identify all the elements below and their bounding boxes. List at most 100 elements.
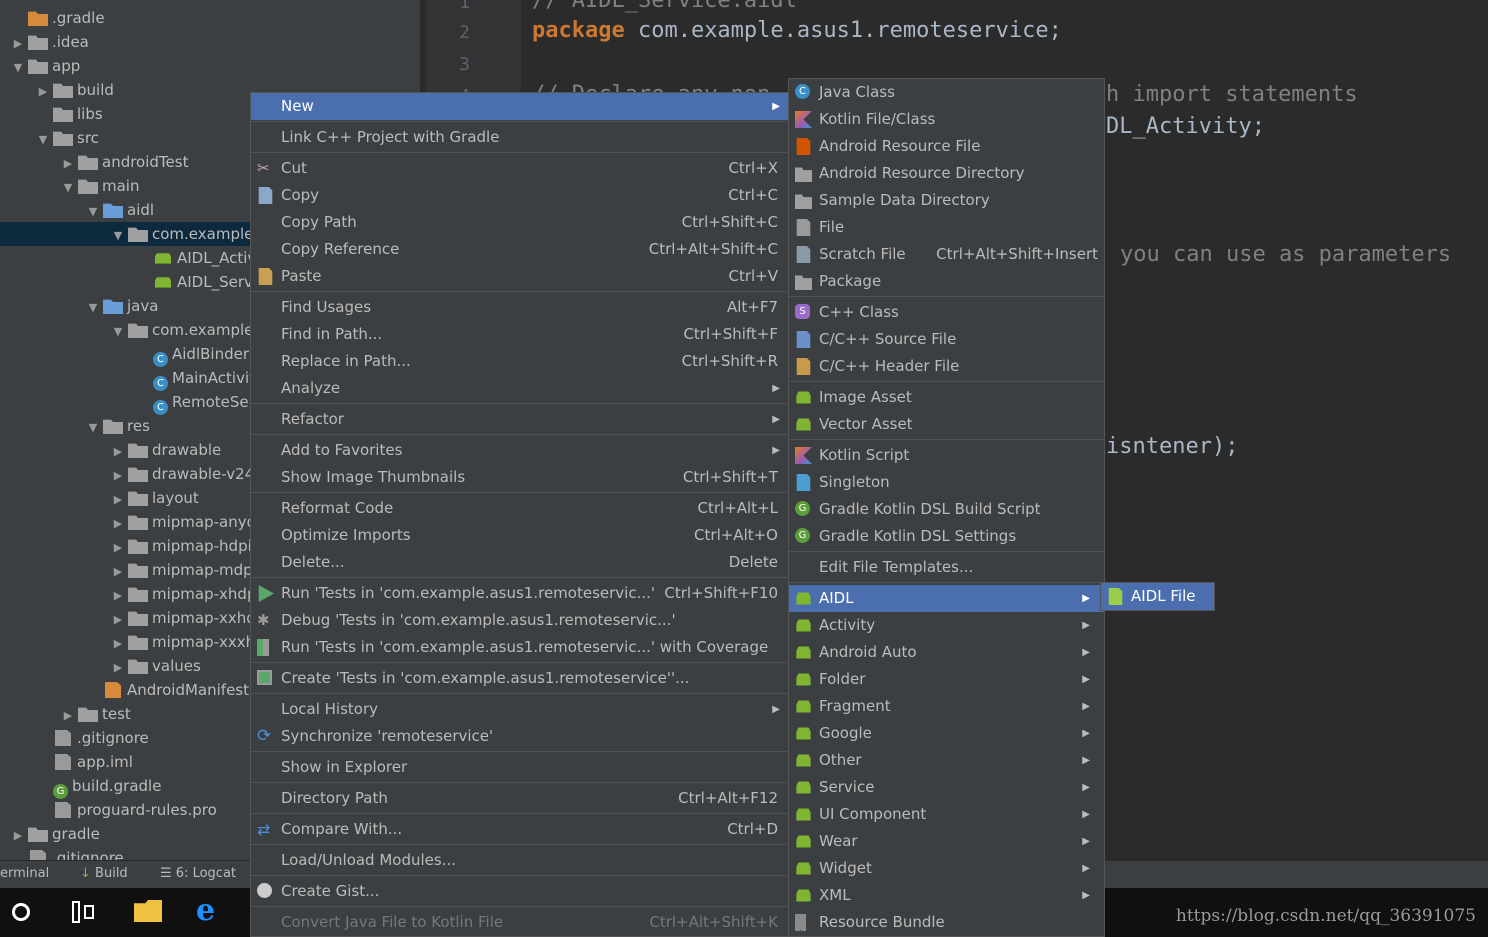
expand-arrow-icon[interactable]: ▼ [83,296,103,320]
tree-node[interactable]: ▶ gradle [8,822,100,846]
terminal-tab[interactable]: erminal [0,866,49,881]
tree-node[interactable]: ▶ values [108,654,201,678]
collapse-arrow-icon[interactable]: ▶ [108,608,128,632]
tree-node[interactable]: ▼ java [83,294,159,320]
menu-item-local-history[interactable]: Local History ▶ [251,696,788,723]
collapse-arrow-icon[interactable]: ▶ [108,488,128,512]
tree-node[interactable]: C RemoteServ [133,390,264,415]
tree-node[interactable]: ▶ mipmap-xxhdp [108,606,266,632]
tree-node[interactable]: .gitignore [8,846,124,860]
menu-item-resource-bundle[interactable]: Resource Bundle [789,909,1104,936]
collapse-arrow-icon[interactable]: ▶ [58,152,78,176]
menu-item-edit-file-templates[interactable]: Edit File Templates... [789,554,1104,581]
menu-item-c-class[interactable]: S C++ Class [789,299,1104,326]
menu-item-package[interactable]: Package [789,268,1104,295]
menu-item-run-tests-in-com-example-asus1-remoteservic-with-coverage[interactable]: Run 'Tests in 'com.example.asus1.remotes… [251,634,788,661]
menu-item-scratch-file[interactable]: Scratch File Ctrl+Alt+Shift+Insert [789,241,1104,268]
menu-item-c-c-header-file[interactable]: C/C++ Header File [789,353,1104,380]
collapse-arrow-icon[interactable]: ▶ [58,704,78,728]
tree-node[interactable]: ▶ mipmap-xhdpi [108,582,261,606]
menu-item-copy-path[interactable]: Copy Path Ctrl+Shift+C [251,209,788,236]
tree-node[interactable]: app.iml [33,750,133,774]
tree-node[interactable]: libs [33,102,103,126]
menu-item-c-c-source-file[interactable]: C/C++ Source File [789,326,1104,353]
expand-arrow-icon[interactable]: ▼ [58,176,78,200]
tree-node[interactable]: ▶ mipmap-mdpi [108,558,257,582]
tree-node[interactable]: ▶ .idea [8,30,89,54]
menu-item-paste[interactable]: Paste Ctrl+V [251,263,788,290]
tree-node[interactable]: ▼ main [58,174,140,200]
collapse-arrow-icon[interactable]: ▶ [108,440,128,464]
collapse-arrow-icon[interactable]: ▶ [108,656,128,680]
tree-node[interactable]: ▼ app [8,54,80,78]
menu-item-vector-asset[interactable]: Vector Asset [789,411,1104,438]
expand-arrow-icon[interactable]: ▼ [108,224,128,248]
tree-node[interactable]: ▼ aidl [83,198,154,222]
menu-item-android-resource-directory[interactable]: Android Resource Directory [789,160,1104,187]
tree-node[interactable]: ▼ res [83,414,150,438]
menu-item-cut[interactable]: ✂ Cut Ctrl+X [251,155,788,182]
collapse-arrow-icon[interactable]: ▶ [33,80,53,104]
menu-item-fragment[interactable]: Fragment ▶ [789,693,1104,720]
menu-item-singleton[interactable]: Singleton [789,469,1104,496]
menu-item-load-unload-modules[interactable]: Load/Unload Modules... [251,847,788,874]
menu-item-xml[interactable]: XML ▶ [789,882,1104,909]
menu-item-find-usages[interactable]: Find Usages Alt+F7 [251,294,788,321]
collapse-arrow-icon[interactable]: ▶ [8,824,28,848]
expand-arrow-icon[interactable]: ▼ [83,200,103,224]
tree-node[interactable]: .gitignore [33,726,149,750]
menu-item-android-resource-file[interactable]: Android Resource File [789,133,1104,160]
collapse-arrow-icon[interactable]: ▶ [108,464,128,488]
menu-item-new[interactable]: New ▶ [251,93,788,120]
task-view-icon[interactable] [72,901,96,923]
tree-node[interactable]: ▶ test [58,702,131,726]
tree-node[interactable]: AIDL_Activit [133,246,266,270]
cortana-search-icon[interactable] [12,903,30,921]
menu-item-replace-in-path[interactable]: Replace in Path... Ctrl+Shift+R [251,348,788,375]
menu-item-java-class[interactable]: C Java Class [789,79,1104,106]
menu-item-ui-component[interactable]: UI Component ▶ [789,801,1104,828]
menu-item-synchronize-remoteservice[interactable]: ⟳ Synchronize 'remoteservice' [251,723,788,750]
tree-node[interactable]: AndroidManifest.x [83,678,263,702]
expand-arrow-icon[interactable]: ▼ [108,320,128,344]
tree-node[interactable]: AIDL_Servic [133,270,265,294]
menu-item-gradle-kotlin-dsl-build-script[interactable]: G Gradle Kotlin DSL Build Script [789,496,1104,523]
menu-item-copy-reference[interactable]: Copy Reference Ctrl+Alt+Shift+C [251,236,788,263]
menu-item-google[interactable]: Google ▶ [789,720,1104,747]
menu-item-refactor[interactable]: Refactor ▶ [251,406,788,433]
tree-node[interactable]: proguard-rules.pro [33,798,217,822]
menu-item-run-tests-in-com-example-asus1-remoteservic[interactable]: Run 'Tests in 'com.example.asus1.remotes… [251,580,788,607]
collapse-arrow-icon[interactable]: ▶ [108,536,128,560]
menu-item-compare-with[interactable]: ⇄ Compare With... Ctrl+D [251,816,788,843]
expand-arrow-icon[interactable]: ▼ [8,56,28,80]
tree-node[interactable]: ▶ build [33,78,114,102]
collapse-arrow-icon[interactable]: ▶ [108,584,128,608]
menu-item-reformat-code[interactable]: Reformat Code Ctrl+Alt+L [251,495,788,522]
menu-item-analyze[interactable]: Analyze ▶ [251,375,788,402]
menu-item-link-c-project-with-gradle[interactable]: Link C++ Project with Gradle [251,124,788,151]
collapse-arrow-icon[interactable]: ▶ [8,32,28,56]
tree-node[interactable]: Gbuild.gradle [33,774,161,799]
edge-browser-icon[interactable]: e [196,896,224,926]
menu-item-file[interactable]: File [789,214,1104,241]
menu-item-android-auto[interactable]: Android Auto ▶ [789,639,1104,666]
menu-item-other[interactable]: Other ▶ [789,747,1104,774]
expand-arrow-icon[interactable]: ▼ [33,128,53,152]
menu-item-widget[interactable]: Widget ▶ [789,855,1104,882]
collapse-arrow-icon[interactable]: ▶ [108,560,128,584]
build-tab[interactable]: ↓ Build [80,866,128,881]
tree-node[interactable]: C MainActivity [133,366,264,391]
menu-item-aidl-file[interactable]: AIDL File [1101,583,1214,610]
file-explorer-icon[interactable] [134,900,162,922]
tree-node[interactable]: C AidlBinder [133,342,249,367]
tree-node[interactable]: ▶ androidTest [58,150,189,176]
menu-item-optimize-imports[interactable]: Optimize Imports Ctrl+Alt+O [251,522,788,549]
collapse-arrow-icon[interactable]: ▶ [108,512,128,536]
menu-item-delete[interactable]: Delete... Delete [251,549,788,576]
menu-item-add-to-favorites[interactable]: Add to Favorites ▶ [251,437,788,464]
tree-node[interactable]: .gradle [8,6,105,30]
tree-node[interactable]: ▶ layout [108,486,199,510]
menu-item-create-tests-in-com-example-asus1-remoteservice[interactable]: Create 'Tests in 'com.example.asus1.remo… [251,665,788,692]
tree-node[interactable]: ▶ mipmap-anydp [108,510,266,534]
menu-item-sample-data-directory[interactable]: Sample Data Directory [789,187,1104,214]
